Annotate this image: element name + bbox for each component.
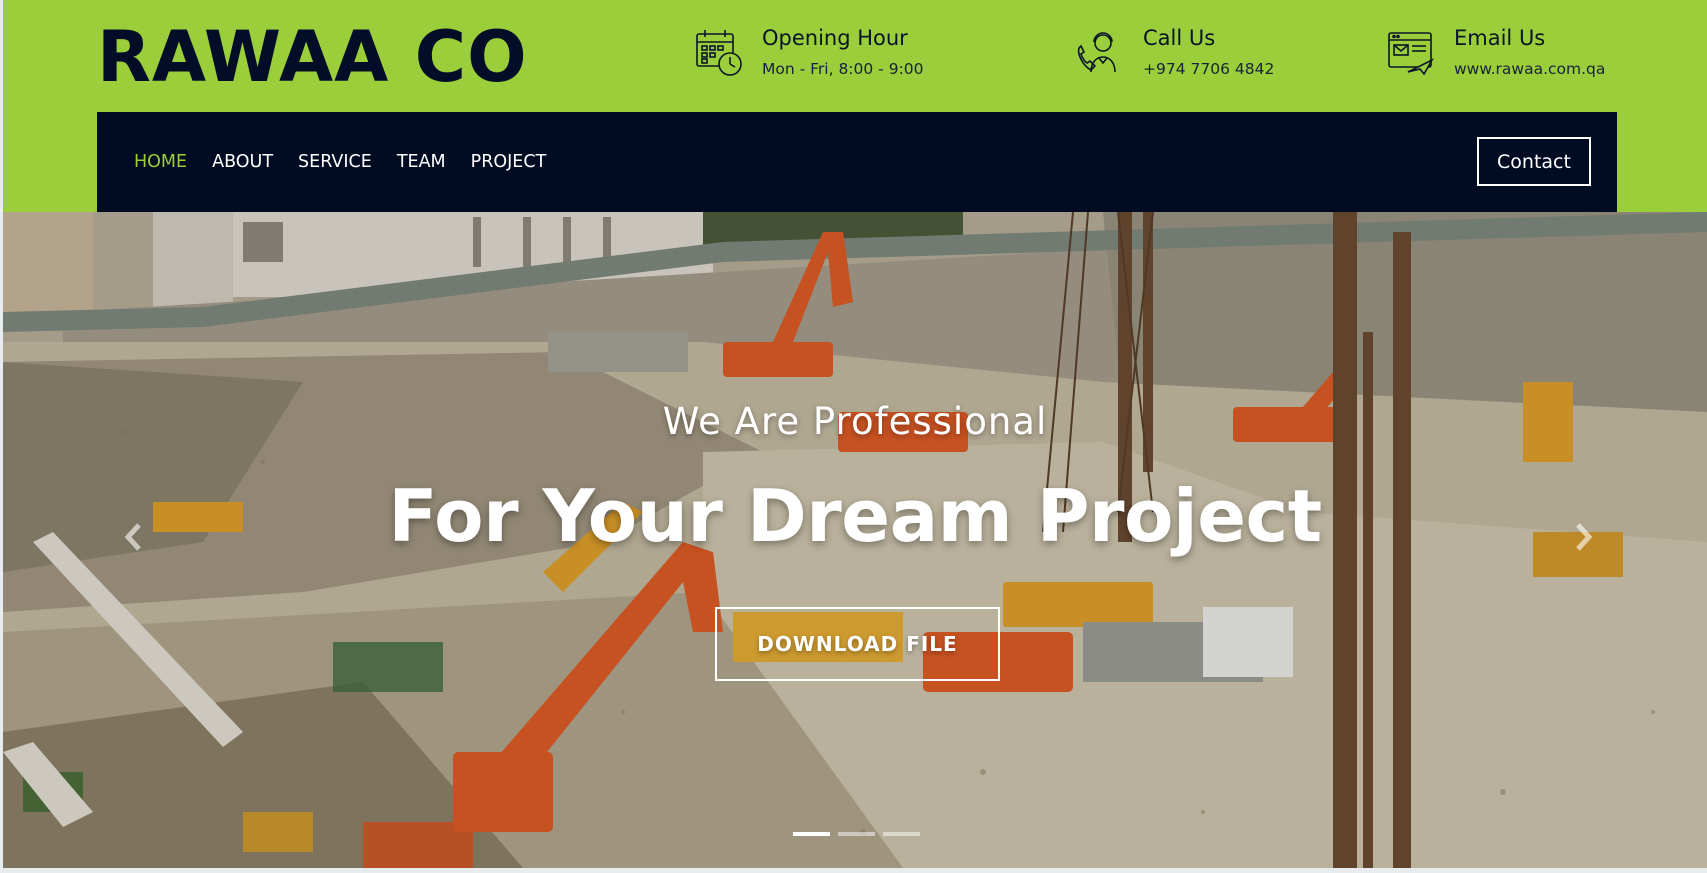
page: RAWAA CO Opening Hour Mon - Fri, 8:00 - … bbox=[3, 0, 1707, 868]
download-file-button[interactable]: DOWNLOAD FILE bbox=[715, 607, 1000, 681]
hero-carousel: We Are Professional For Your Dream Proje… bbox=[3, 212, 1707, 868]
brand-logo[interactable]: RAWAA CO bbox=[97, 14, 528, 100]
email-us-info: Email Us www.rawaa.com.qa bbox=[1386, 22, 1626, 86]
email-browser-icon bbox=[1388, 32, 1435, 76]
nav-item-about[interactable]: ABOUT bbox=[212, 152, 273, 172]
opening-hour-detail: Mon - Fri, 8:00 - 9:00 bbox=[762, 60, 924, 78]
carousel-indicator-3[interactable] bbox=[883, 832, 920, 836]
call-us-detail[interactable]: +974 7706 4842 bbox=[1143, 60, 1274, 78]
nav-item-team[interactable]: TEAM bbox=[397, 152, 446, 172]
opening-hour-info: Opening Hour Mon - Fri, 8:00 - 9:00 bbox=[694, 22, 954, 86]
support-agent-icon bbox=[1077, 32, 1116, 73]
calendar-clock-icon bbox=[696, 30, 742, 76]
opening-hour-title: Opening Hour bbox=[762, 26, 908, 50]
nav-links: HOME ABOUT SERVICE TEAM PROJECT bbox=[134, 112, 546, 212]
main-navbar: HOME ABOUT SERVICE TEAM PROJECT Contact bbox=[97, 112, 1617, 212]
carousel-indicator-1[interactable] bbox=[793, 832, 830, 836]
nav-item-home[interactable]: HOME bbox=[134, 152, 187, 172]
call-us-info: Call Us +974 7706 4842 bbox=[1075, 22, 1295, 86]
email-us-detail[interactable]: www.rawaa.com.qa bbox=[1454, 60, 1605, 78]
call-us-title: Call Us bbox=[1143, 26, 1216, 50]
hero-title: For Your Dream Project bbox=[388, 474, 1322, 558]
nav-item-service[interactable]: SERVICE bbox=[298, 152, 372, 172]
email-us-title: Email Us bbox=[1454, 26, 1546, 50]
contact-button[interactable]: Contact bbox=[1477, 137, 1591, 186]
top-header: RAWAA CO Opening Hour Mon - Fri, 8:00 - … bbox=[3, 0, 1707, 212]
carousel-indicators bbox=[793, 832, 920, 836]
hero-subtitle: We Are Professional bbox=[662, 400, 1048, 443]
nav-item-project[interactable]: PROJECT bbox=[471, 152, 547, 172]
carousel-indicator-2[interactable] bbox=[838, 832, 875, 836]
